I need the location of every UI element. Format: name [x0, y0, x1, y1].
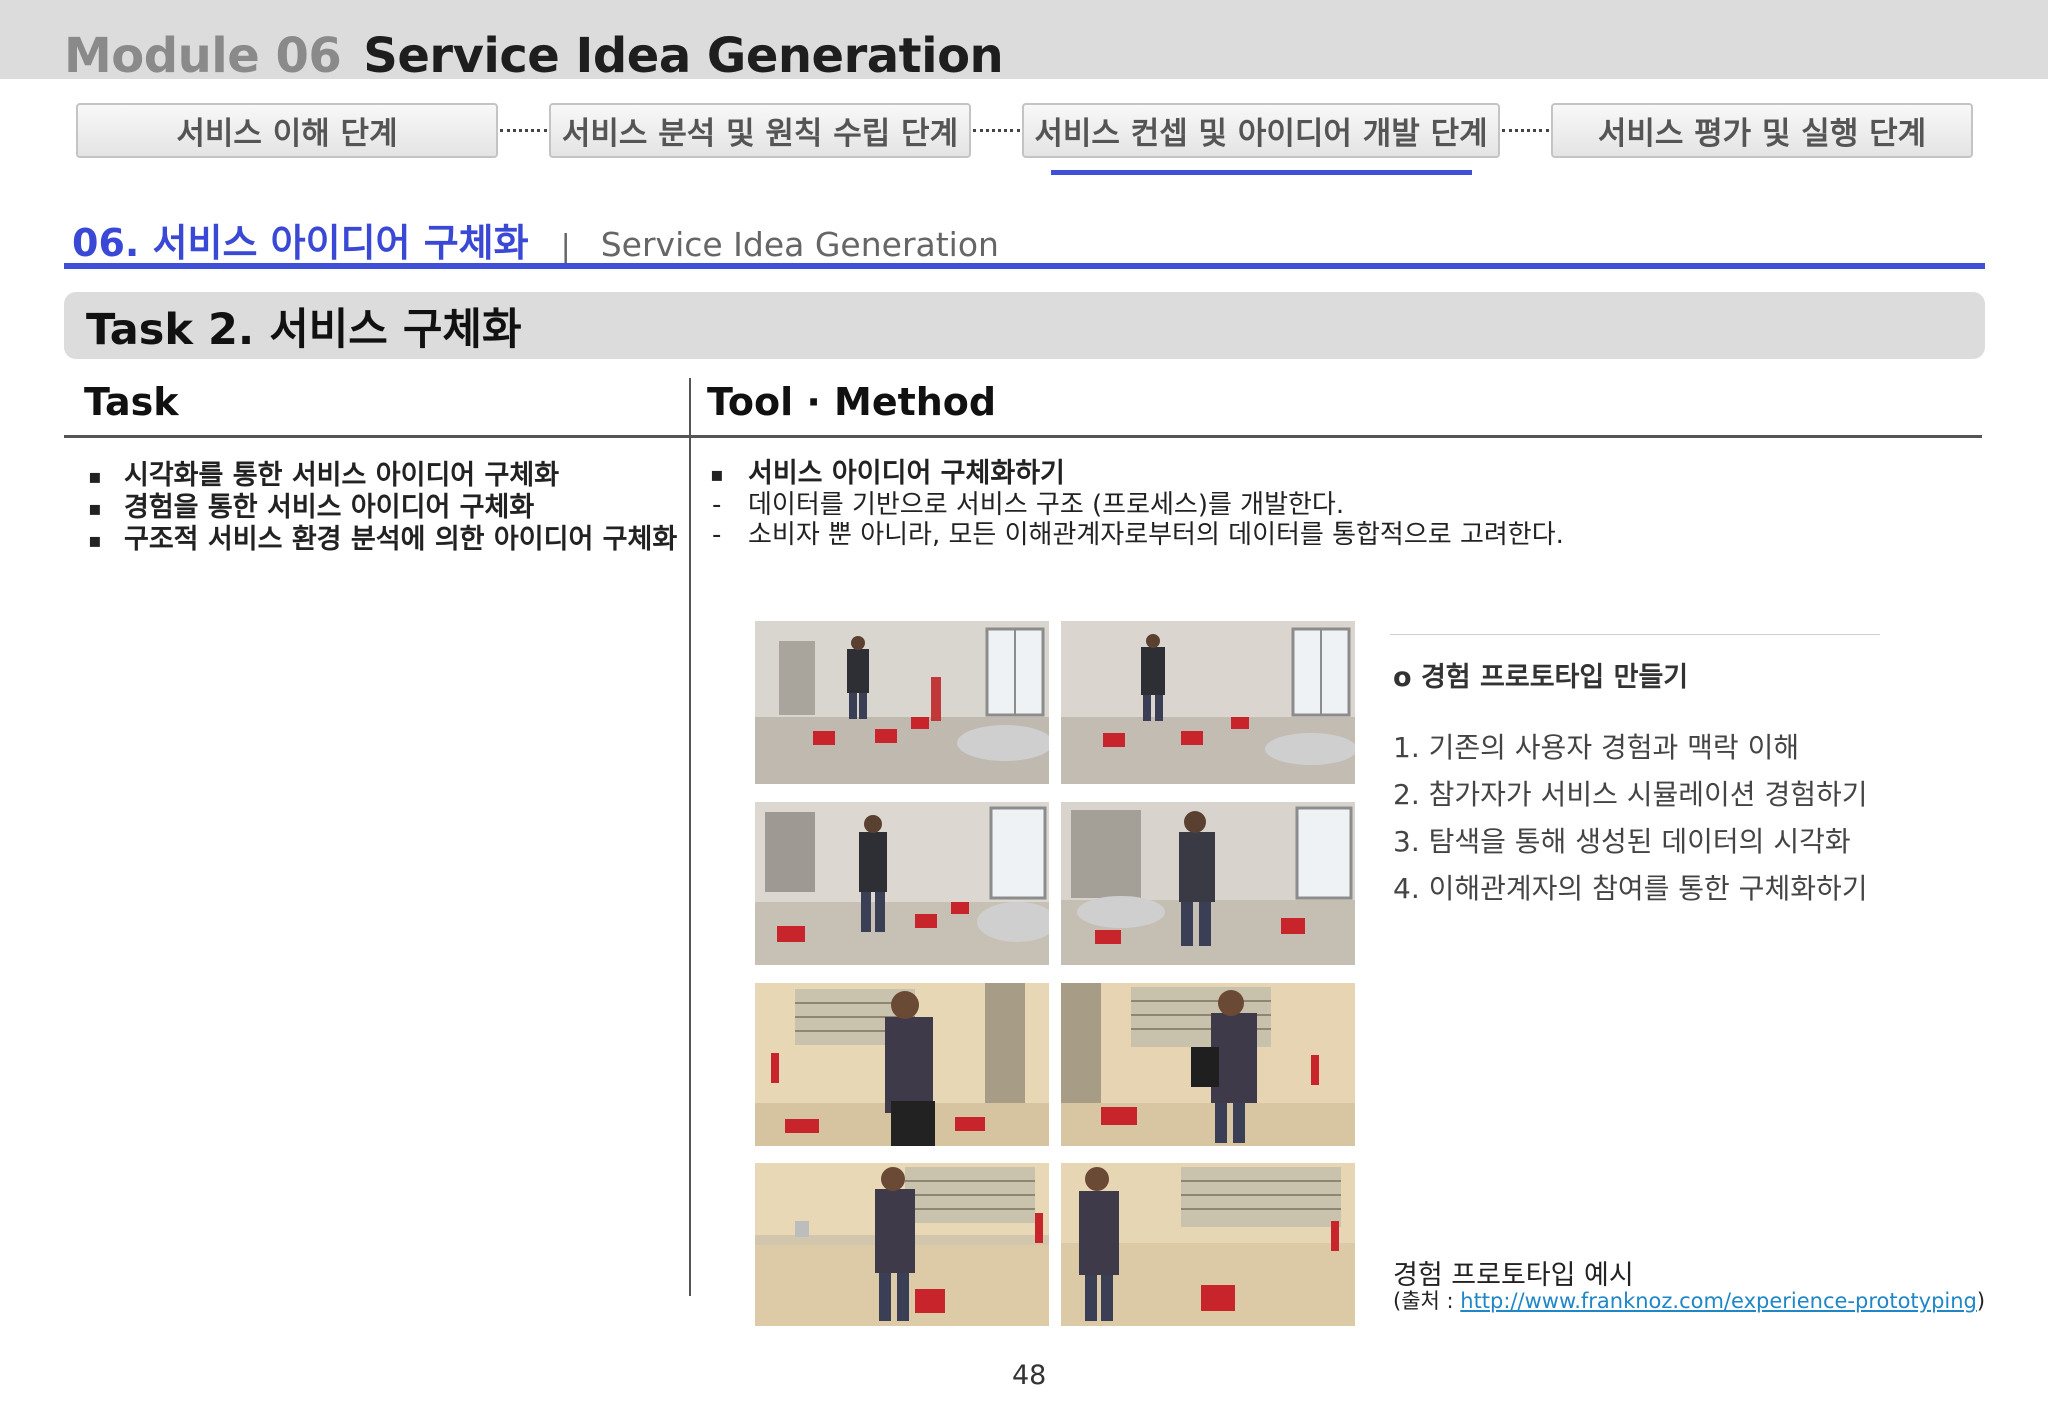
prototype-photo	[1061, 1163, 1355, 1326]
tool-heading-text: 서비스 아이디어 구체화하기	[748, 458, 1065, 489]
process-step-evaluation[interactable]: 서비스 평가 및 실행 단계	[1551, 103, 1973, 158]
source-prefix: (출처 :	[1393, 1289, 1461, 1313]
task-item-text: 경험을 통한 서비스 아이디어 구체화	[124, 492, 535, 523]
active-step-indicator	[1051, 170, 1472, 175]
process-step-concept[interactable]: 서비스 컨셉 및 아이디어 개발 단계	[1022, 103, 1500, 158]
section-subtitle: Service Idea Generation	[600, 225, 999, 264]
prototype-photo	[755, 983, 1049, 1146]
section-divider	[64, 263, 1985, 269]
task-title: Task 2. 서비스 구체화	[86, 304, 522, 355]
tool-detail-item: - 소비자 뿐 아니라, 모든 이해관계자로부터의 데이터를 통합적으로 고려한다…	[710, 520, 1564, 550]
prototype-photo	[1061, 802, 1355, 965]
prototype-panel-rule	[1390, 634, 1880, 635]
module-number: Module 06	[64, 28, 342, 84]
prototype-steps: 1. 기존의 사용자 경험과 맥락 이해 2. 참가자가 서비스 시뮬레이션 경…	[1393, 724, 1867, 912]
prototype-title: o 경험 프로토타입 만들기	[1393, 662, 1689, 693]
prototype-photo	[1061, 621, 1355, 784]
task-column-header: Task	[84, 380, 179, 424]
section-title: 06. 서비스 아이디어 구체화	[72, 221, 529, 265]
tool-detail-text: 데이터를 기반으로 서비스 구조 (프로세스)를 개발한다.	[748, 490, 1345, 520]
square-bullet-icon: ▪	[88, 528, 102, 552]
process-step-label: 서비스 평가 및 실행 단계	[1597, 116, 1927, 152]
task-item: ▪ 시각화를 통한 서비스 아이디어 구체화	[88, 460, 677, 492]
tool-detail-text: 소비자 뿐 아니라, 모든 이해관계자로부터의 데이터를 통합적으로 고려한다.	[748, 520, 1564, 550]
prototype-step: 2. 참가자가 서비스 시뮬레이션 경험하기	[1393, 778, 1868, 811]
square-bullet-icon: ▪	[88, 496, 102, 520]
page-number: 48	[1012, 1360, 1047, 1391]
section-separator: |	[560, 229, 571, 264]
prototype-photo	[1061, 983, 1355, 1146]
dash-bullet-icon: -	[712, 490, 722, 520]
dash-bullet-icon: -	[712, 520, 722, 550]
task-item-text: 구조적 서비스 환경 분석에 의한 아이디어 구체화	[124, 524, 678, 555]
process-step-label: 서비스 분석 및 원칙 수립 단계	[561, 116, 959, 152]
module-name: Service Idea Generation	[363, 28, 1004, 84]
task-item-text: 시각화를 통한 서비스 아이디어 구체화	[124, 460, 560, 491]
module-title: Module 06 Service Idea Generation	[64, 28, 1004, 84]
square-bullet-icon: ▪	[710, 462, 724, 486]
experience-prototype-photo-grid	[755, 621, 1355, 1326]
task-title-bar: Task 2. 서비스 구체화	[64, 292, 1985, 359]
column-divider	[689, 378, 691, 1296]
source-suffix: )	[1976, 1289, 1986, 1313]
step-connector	[973, 129, 1020, 132]
prototype-step: 1. 기존의 사용자 경험과 맥락 이해	[1393, 731, 1800, 764]
process-step-label: 서비스 이해 단계	[176, 116, 398, 152]
prototype-photo	[755, 1163, 1049, 1326]
task-list: ▪ 시각화를 통한 서비스 아이디어 구체화 ▪ 경험을 통한 서비스 아이디어 구…	[88, 460, 677, 556]
tool-detail-item: - 데이터를 기반으로 서비스 구조 (프로세스)를 개발한다.	[710, 490, 1564, 520]
process-step-analysis[interactable]: 서비스 분석 및 원칙 수립 단계	[549, 103, 971, 158]
prototype-step: 3. 탐색을 통해 생성된 데이터의 시각화	[1393, 825, 1851, 858]
section-heading: 06. 서비스 아이디어 구체화 | Service Idea Generati…	[72, 212, 999, 265]
prototype-photo	[755, 621, 1049, 784]
prototype-step: 4. 이해관계자의 참여를 통한 구체화하기	[1393, 872, 1868, 905]
task-item: ▪ 경험을 통한 서비스 아이디어 구체화	[88, 492, 677, 524]
process-step-understanding[interactable]: 서비스 이해 단계	[76, 103, 498, 158]
figure-source: (출처 : http://www.franknoz.com/experience…	[1393, 1285, 1985, 1315]
step-connector	[1502, 129, 1549, 132]
source-link[interactable]: http://www.franknoz.com/experience-proto…	[1460, 1289, 1977, 1313]
tool-method-column-header: Tool · Method	[707, 380, 997, 424]
tool-heading: ▪ 서비스 아이디어 구체화하기	[710, 458, 1564, 490]
step-connector	[500, 129, 547, 132]
prototype-photo	[755, 802, 1049, 965]
square-bullet-icon: ▪	[88, 464, 102, 488]
process-step-label: 서비스 컨셉 및 아이디어 개발 단계	[1034, 116, 1488, 152]
column-header-rule	[64, 435, 1982, 438]
tool-method-content: ▪ 서비스 아이디어 구체화하기 - 데이터를 기반으로 서비스 구조 (프로세스)…	[710, 458, 1564, 550]
task-item: ▪ 구조적 서비스 환경 분석에 의한 아이디어 구체화	[88, 524, 677, 556]
